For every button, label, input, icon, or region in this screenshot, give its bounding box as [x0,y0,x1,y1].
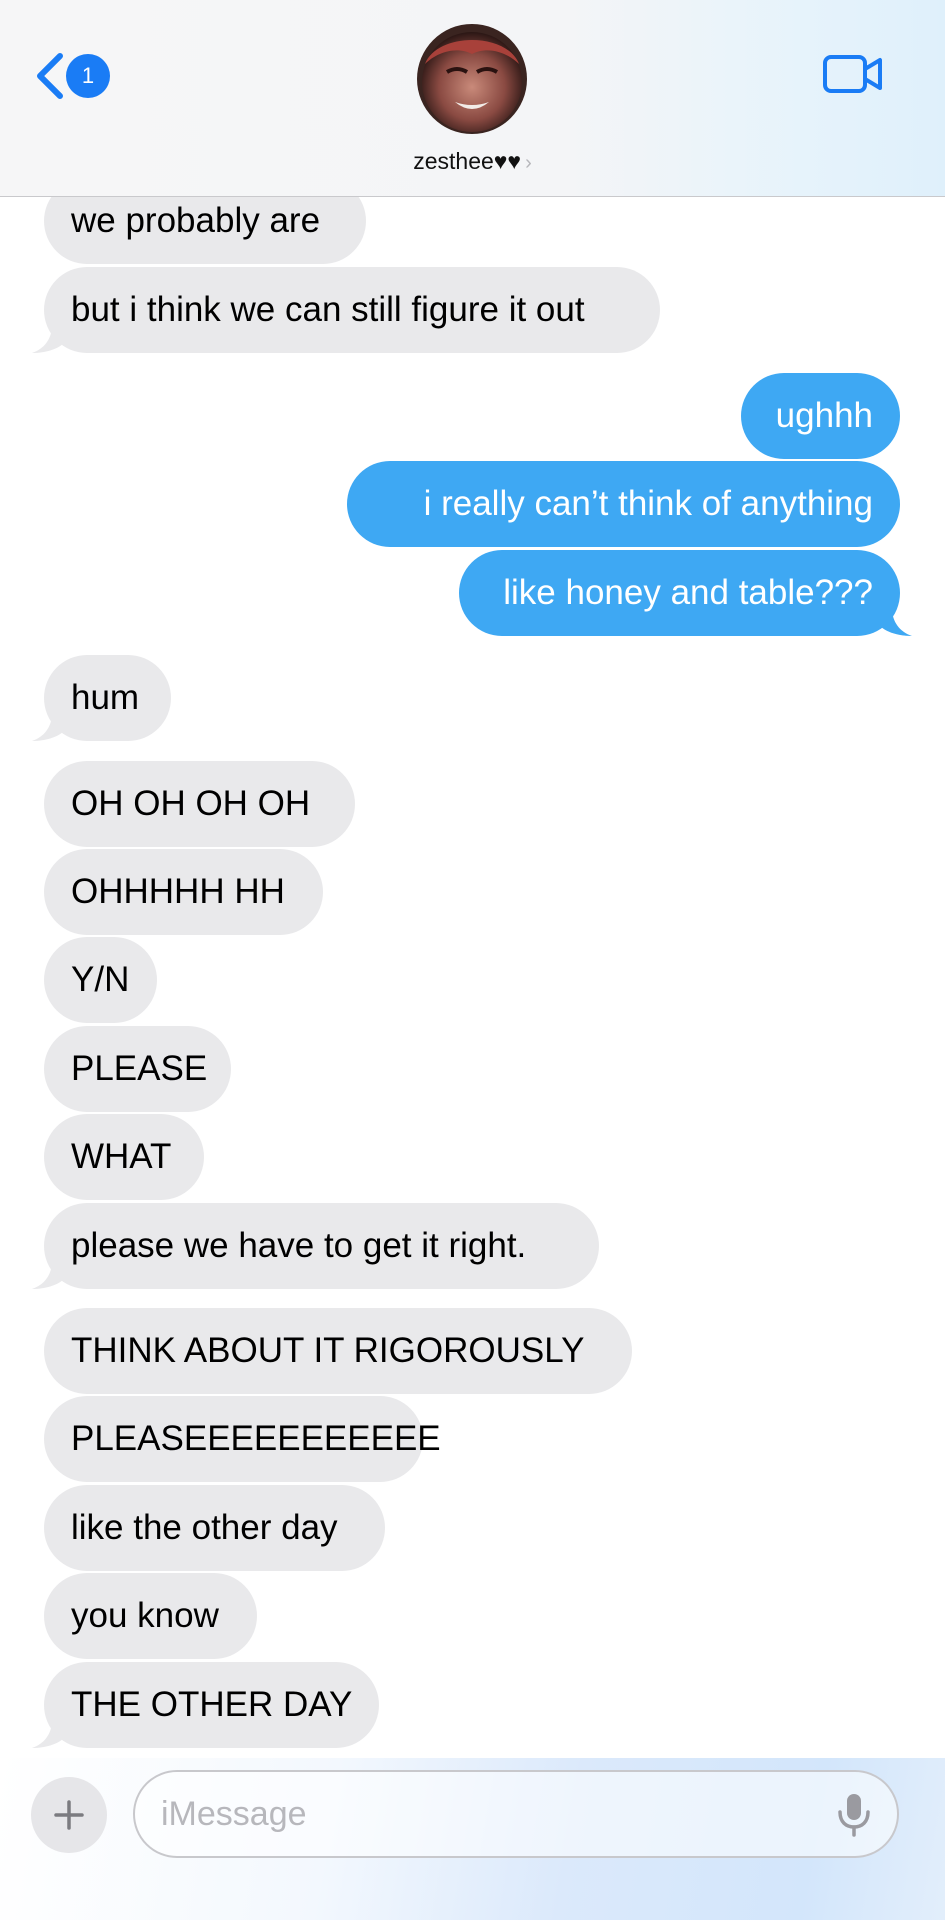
message-bubble-received[interactable]: you know [44,1573,257,1659]
message-input[interactable] [133,1770,899,1858]
video-camera-icon[interactable] [822,52,884,96]
message-text: WHAT [71,1137,172,1176]
message-text: you know [71,1596,219,1635]
message-bubble-received[interactable]: like the other day [44,1485,385,1571]
message-text: PLEASE [71,1049,208,1088]
message-bubble-received[interactable]: PLEASEEEEEEEEEEE [44,1396,441,1482]
message-bubble-received[interactable]: PLEASE [44,1026,231,1112]
message-text: i really can’t think of anything [423,484,873,523]
message-bubble-received[interactable]: OH OH OH OH [44,761,355,847]
message-bubble-received[interactable]: OHHHHH HH [44,849,323,935]
message-bubble-received[interactable]: please we have to get it right. [32,1203,599,1289]
message-text: please we have to get it right. [71,1226,527,1265]
message-text: THE OTHER DAY [71,1685,353,1724]
message-bubble-sent[interactable]: ughhh [741,373,900,459]
messages-screen: we probably are but i think we can still… [0,0,945,1920]
message-bubble-received[interactable]: Y/N [44,937,157,1023]
message-text: Y/N [71,960,130,999]
microphone-icon[interactable] [836,1792,872,1838]
bubble-tail [32,325,64,353]
message-bubble-received[interactable]: but i think we can still figure it out [32,267,660,353]
message-bubble-received[interactable]: THE OTHER DAY [32,1662,379,1748]
message-text: like the other day [71,1508,338,1547]
back-button[interactable]: 1 [32,48,112,104]
plus-icon [54,1800,84,1830]
message-text: but i think we can still figure it out [71,290,585,329]
bubble-tail [32,713,64,741]
bubble-tail [32,1720,64,1748]
bubble-tail [32,1261,64,1289]
message-text: hum [71,678,140,717]
avatar-photo [417,24,527,134]
conversation-header: 1 zesthee♥♥ › [0,0,945,197]
add-attachment-button[interactable] [31,1777,107,1853]
message-bubble-received[interactable]: THINK ABOUT IT RIGOROUSLY [44,1308,632,1394]
contact-name: zesthee♥♥ [413,148,522,174]
message-text: we probably are [71,201,321,240]
chevron-left-icon [37,53,63,99]
message-text: like honey and table??? [503,573,873,612]
message-bubble-received[interactable]: WHAT [44,1114,204,1200]
message-text: PLEASEEEEEEEEEEE [71,1419,441,1458]
chevron-right-icon: › [525,152,532,174]
message-bubble-sent[interactable]: like honey and table??? [459,550,912,636]
message-text: THINK ABOUT IT RIGOROUSLY [71,1331,585,1370]
message-bubble-received[interactable]: hum [32,655,171,741]
message-text: OHHHHH HH [71,872,285,911]
unread-count-badge: 1 [66,54,110,98]
message-text: ughhh [775,396,873,435]
bubble-tail [880,608,912,636]
avatar[interactable] [417,24,527,134]
contact-name-button[interactable]: zesthee♥♥ › [0,148,945,175]
message-bubble-sent[interactable]: i really can’t think of anything [347,461,900,547]
message-text: OH OH OH OH [71,784,311,823]
